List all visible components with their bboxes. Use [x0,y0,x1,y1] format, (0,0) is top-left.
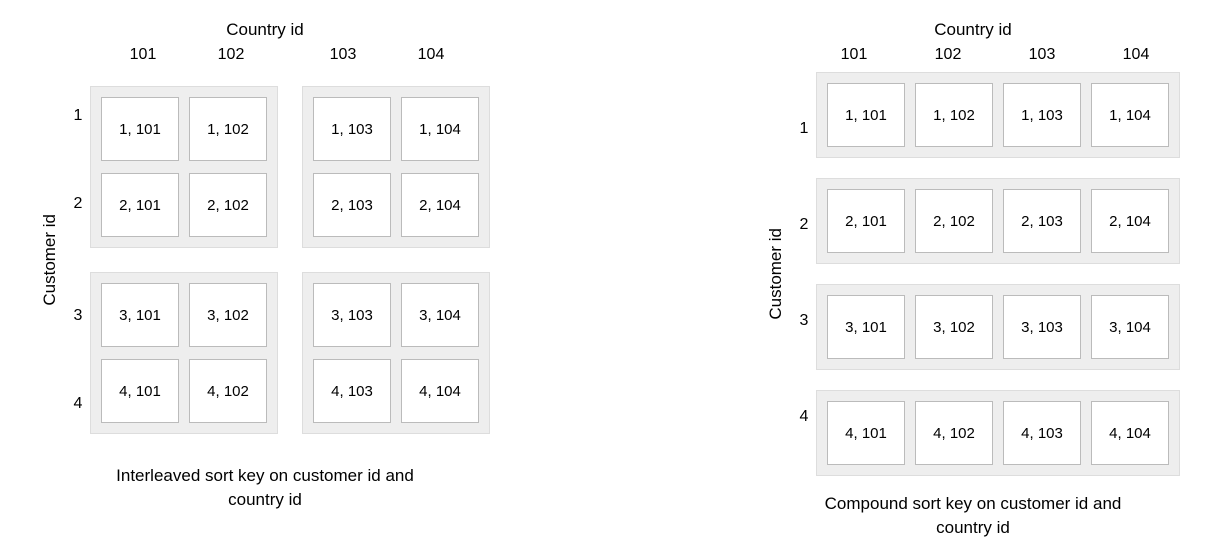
compound-strip: 2, 101 2, 102 2, 103 2, 104 [816,178,1180,264]
data-cell: 4, 103 [313,359,391,423]
row-header: 3 [792,289,816,353]
col-header: 102 [904,46,992,64]
data-cell: 3, 101 [101,283,179,347]
caption-line: country id [228,490,302,509]
interleaved-grid: 1, 101 1, 102 2, 101 2, 102 1, 103 1, 10… [90,86,490,434]
caption-line: Compound sort key on customer id and [825,494,1122,513]
data-cell: 2, 101 [101,173,179,237]
compound-strip: 1, 101 1, 102 1, 103 1, 104 [816,72,1180,158]
data-cell: 4, 101 [827,401,905,465]
compound-caption: Compound sort key on customer id and cou… [825,492,1122,540]
data-cell: 1, 102 [189,97,267,161]
row-header: 2 [66,172,90,236]
top-axis-title: Country id [226,20,303,40]
data-cell: 4, 103 [1003,401,1081,465]
side-axis-title: Customer id [766,228,786,320]
col-header: 103 [299,46,387,64]
compound-strip: 4, 101 4, 102 4, 103 4, 104 [816,390,1180,476]
col-header: 101 [810,46,898,64]
col-header: 101 [99,46,187,64]
row-header: 1 [792,97,816,161]
compound-grid: 1, 101 1, 102 1, 103 1, 104 2, 101 2, 10… [816,72,1180,476]
data-cell: 4, 102 [915,401,993,465]
data-cell: 1, 104 [401,97,479,161]
data-cell: 2, 103 [313,173,391,237]
row-header: 3 [66,284,90,348]
data-cell: 1, 101 [101,97,179,161]
caption-line: country id [936,518,1010,537]
interleaved-panel: Country id 101 102 103 104 Customer id 1… [30,20,500,526]
data-cell: 2, 103 [1003,189,1081,253]
interleaved-block: 1, 101 1, 102 2, 101 2, 102 [90,86,278,248]
data-cell: 2, 101 [827,189,905,253]
data-cell: 4, 101 [101,359,179,423]
data-cell: 4, 104 [1091,401,1169,465]
row-headers-left: 1 2 3 4 [66,72,90,448]
data-cell: 4, 104 [401,359,479,423]
data-cell: 1, 103 [1003,83,1081,147]
row-headers-right: 1 2 3 4 [792,87,816,461]
data-cell: 1, 101 [827,83,905,147]
row-header: 4 [792,385,816,449]
interleaved-block: 1, 103 1, 104 2, 103 2, 104 [302,86,490,248]
data-cell: 3, 102 [915,295,993,359]
compound-strip: 3, 101 3, 102 3, 103 3, 104 [816,284,1180,370]
data-cell: 3, 104 [1091,295,1169,359]
data-cell: 2, 102 [189,173,267,237]
data-cell: 3, 104 [401,283,479,347]
data-cell: 4, 102 [189,359,267,423]
col-headers-right: 101 102 103 104 [810,46,1180,64]
compound-panel: Country id 101 102 103 104 Customer id 1… [756,20,1190,526]
data-cell: 3, 103 [1003,295,1081,359]
col-header: 102 [187,46,275,64]
diagram-page: Country id 101 102 103 104 Customer id 1… [0,0,1220,526]
interleaved-caption: Interleaved sort key on customer id and … [116,464,414,512]
row-header: 4 [66,372,90,436]
caption-line: Interleaved sort key on customer id and [116,466,414,485]
col-header: 103 [998,46,1086,64]
data-cell: 1, 103 [313,97,391,161]
col-headers-left: 101 102 103 104 [99,46,475,64]
data-cell: 1, 102 [915,83,993,147]
data-cell: 3, 103 [313,283,391,347]
data-cell: 2, 104 [1091,189,1169,253]
col-gap [275,46,299,64]
data-cell: 3, 102 [189,283,267,347]
compound-body: Customer id 1 2 3 4 1, 101 1, 102 1, 103… [766,72,1180,476]
data-cell: 3, 101 [827,295,905,359]
row-header: 1 [66,84,90,148]
data-cell: 2, 104 [401,173,479,237]
interleaved-block: 3, 101 3, 102 4, 101 4, 102 [90,272,278,434]
data-cell: 2, 102 [915,189,993,253]
col-header: 104 [387,46,475,64]
top-axis-title: Country id [934,20,1011,40]
data-cell: 1, 104 [1091,83,1169,147]
side-axis-title: Customer id [40,214,60,306]
col-header: 104 [1092,46,1180,64]
interleaved-block: 3, 103 3, 104 4, 103 4, 104 [302,272,490,434]
interleaved-body: Customer id 1 2 3 4 1, 101 1, 102 2, 101… [40,72,490,448]
row-header: 2 [792,193,816,257]
